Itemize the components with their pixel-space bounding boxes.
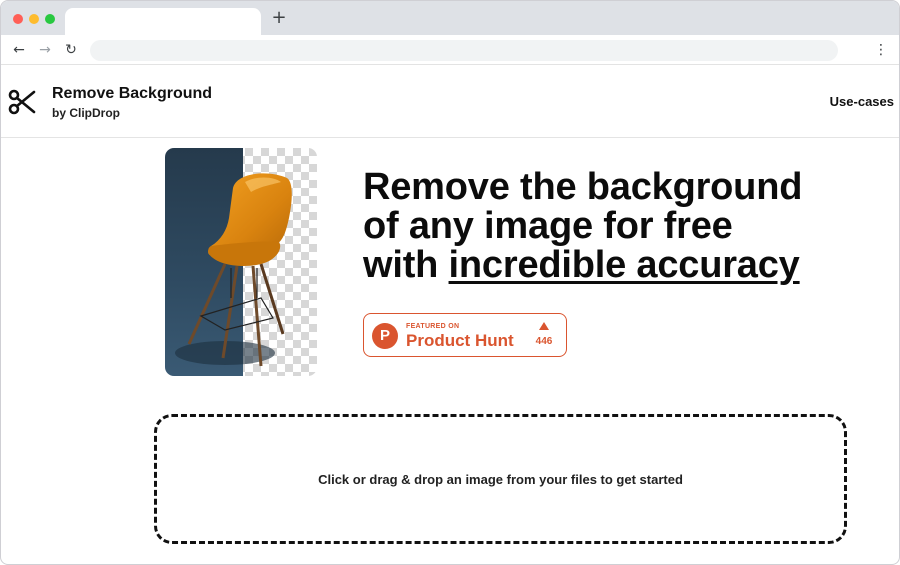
product-hunt-featured-label: FEATURED ON	[406, 323, 460, 330]
site-header: Remove Background by ClipDrop Use-cases	[1, 66, 899, 138]
browser-tab[interactable]	[65, 8, 261, 35]
image-dropzone[interactable]: Click or drag & drop an image from your …	[154, 414, 847, 544]
hero-title-line-2: of any image for free	[363, 205, 733, 247]
arrow-left-icon[interactable]: ←	[11, 42, 27, 58]
hero-chair-image	[165, 148, 317, 376]
scissors-icon[interactable]	[8, 88, 36, 116]
plus-icon[interactable]: +	[271, 9, 287, 27]
kebab-menu-icon[interactable]: ⋮	[873, 41, 889, 59]
arrow-right-icon[interactable]: →	[37, 42, 53, 58]
browser-window: + ← → ↻ ⋮ Remove Background by ClipDrop …	[0, 0, 900, 565]
nav-use-cases-link[interactable]: Use-cases	[830, 94, 894, 109]
product-hunt-upvote-count: 446	[535, 336, 553, 347]
maximize-window-button[interactable]	[45, 14, 55, 24]
tab-strip: +	[1, 1, 899, 35]
product-hunt-logo-icon: P	[372, 323, 398, 349]
minimize-window-button[interactable]	[29, 14, 39, 24]
hero-title-line-1: Remove the background	[363, 166, 803, 208]
product-hunt-badge[interactable]: P FEATURED ON Product Hunt 446	[363, 313, 567, 357]
hero-title-line-3: with incredible accuracy	[363, 246, 863, 285]
brand-title[interactable]: Remove Background	[52, 85, 212, 103]
triangle-up-icon	[539, 322, 549, 330]
browser-toolbar: ← → ↻ ⋮	[1, 35, 899, 65]
address-bar[interactable]	[90, 40, 838, 61]
hero-title-line-3-prefix: with	[363, 244, 449, 286]
close-window-button[interactable]	[13, 14, 23, 24]
hero-title: Remove the background of any image for f…	[363, 168, 863, 285]
hero-title-highlight: incredible accuracy	[448, 244, 800, 286]
product-hunt-name: Product Hunt	[406, 331, 514, 350]
dropzone-instructions: Click or drag & drop an image from your …	[318, 472, 683, 487]
brand-subtitle: by ClipDrop	[52, 106, 120, 120]
reload-icon[interactable]: ↻	[63, 42, 79, 58]
